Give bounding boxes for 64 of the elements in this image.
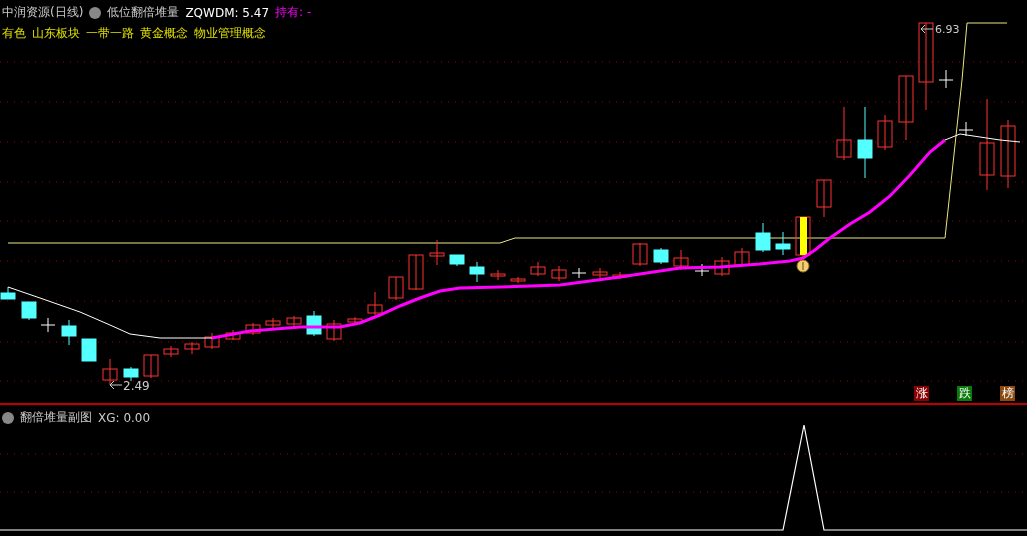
candlestick bbox=[673, 249, 689, 271]
candlestick bbox=[163, 345, 179, 358]
candlestick bbox=[326, 319, 342, 342]
candlestick bbox=[347, 316, 363, 326]
candlestick bbox=[795, 216, 811, 258]
stock-title: 中润资源(日线) bbox=[2, 4, 84, 21]
high-price-label: 6.93 bbox=[935, 23, 960, 36]
subchart-indicator-value: XG: 0.00 bbox=[98, 410, 151, 425]
candlestick bbox=[225, 329, 241, 341]
candlestick bbox=[265, 317, 281, 329]
candlestick bbox=[775, 231, 791, 256]
indicator-name: 低位翻倍堆量 bbox=[107, 4, 180, 21]
concept-tag: 有色 bbox=[2, 25, 26, 42]
candlestick bbox=[102, 358, 118, 386]
candlestick bbox=[816, 179, 832, 218]
candlestick bbox=[204, 332, 220, 350]
indicator-value: ZQWDM: 5.47 bbox=[185, 5, 270, 20]
candlestick bbox=[40, 317, 56, 333]
candlestick bbox=[612, 271, 628, 280]
candlestick bbox=[592, 267, 608, 279]
candlestick bbox=[408, 254, 424, 291]
candlestick bbox=[694, 263, 710, 277]
candlestick bbox=[898, 75, 914, 141]
concept-tag: 一带一路 bbox=[86, 25, 134, 42]
candlestick bbox=[877, 114, 893, 151]
candlestick bbox=[958, 121, 974, 137]
candlestick bbox=[490, 269, 506, 281]
concept-tag: 黄金概念 bbox=[140, 25, 188, 42]
ranking-button[interactable]: 跌 bbox=[957, 386, 972, 401]
candlestick bbox=[245, 322, 261, 336]
candlestick bbox=[81, 338, 97, 362]
concept-tag: 物业管理概念 bbox=[194, 25, 266, 42]
candlestick bbox=[367, 291, 383, 316]
candlestick bbox=[1000, 119, 1016, 189]
candlestick bbox=[21, 301, 37, 321]
candlestick bbox=[286, 315, 302, 327]
candlestick bbox=[123, 366, 139, 382]
candlestick bbox=[530, 261, 546, 277]
candlestick bbox=[449, 254, 465, 267]
candlestick bbox=[836, 106, 852, 161]
candlestick bbox=[184, 341, 200, 355]
candlestick bbox=[938, 69, 954, 89]
candlestick bbox=[755, 222, 771, 253]
candlestick bbox=[714, 256, 730, 277]
ranking-button[interactable]: 涨 bbox=[914, 386, 929, 401]
concept-tag: 山东板块 bbox=[32, 25, 80, 42]
candlestick bbox=[306, 310, 322, 337]
candlestick bbox=[388, 276, 404, 301]
arrow-icon bbox=[920, 24, 934, 34]
candlestick bbox=[143, 354, 159, 379]
ranking-button[interactable]: 榜 bbox=[1000, 386, 1015, 401]
candlestick bbox=[571, 267, 587, 279]
low-price-label: 2.49 bbox=[123, 379, 150, 393]
arrow-icon bbox=[109, 380, 123, 390]
candlestick bbox=[653, 247, 669, 265]
candlestick bbox=[632, 242, 648, 267]
candlestick bbox=[469, 261, 485, 283]
candlestick bbox=[429, 239, 445, 266]
candlestick bbox=[510, 276, 526, 284]
candlestick bbox=[0, 286, 16, 300]
candlestick bbox=[551, 265, 567, 282]
holding-status: 持有: - bbox=[275, 4, 312, 21]
subchart-indicator-name: 翻倍堆量副图 bbox=[20, 409, 92, 426]
candlestick bbox=[61, 319, 77, 346]
